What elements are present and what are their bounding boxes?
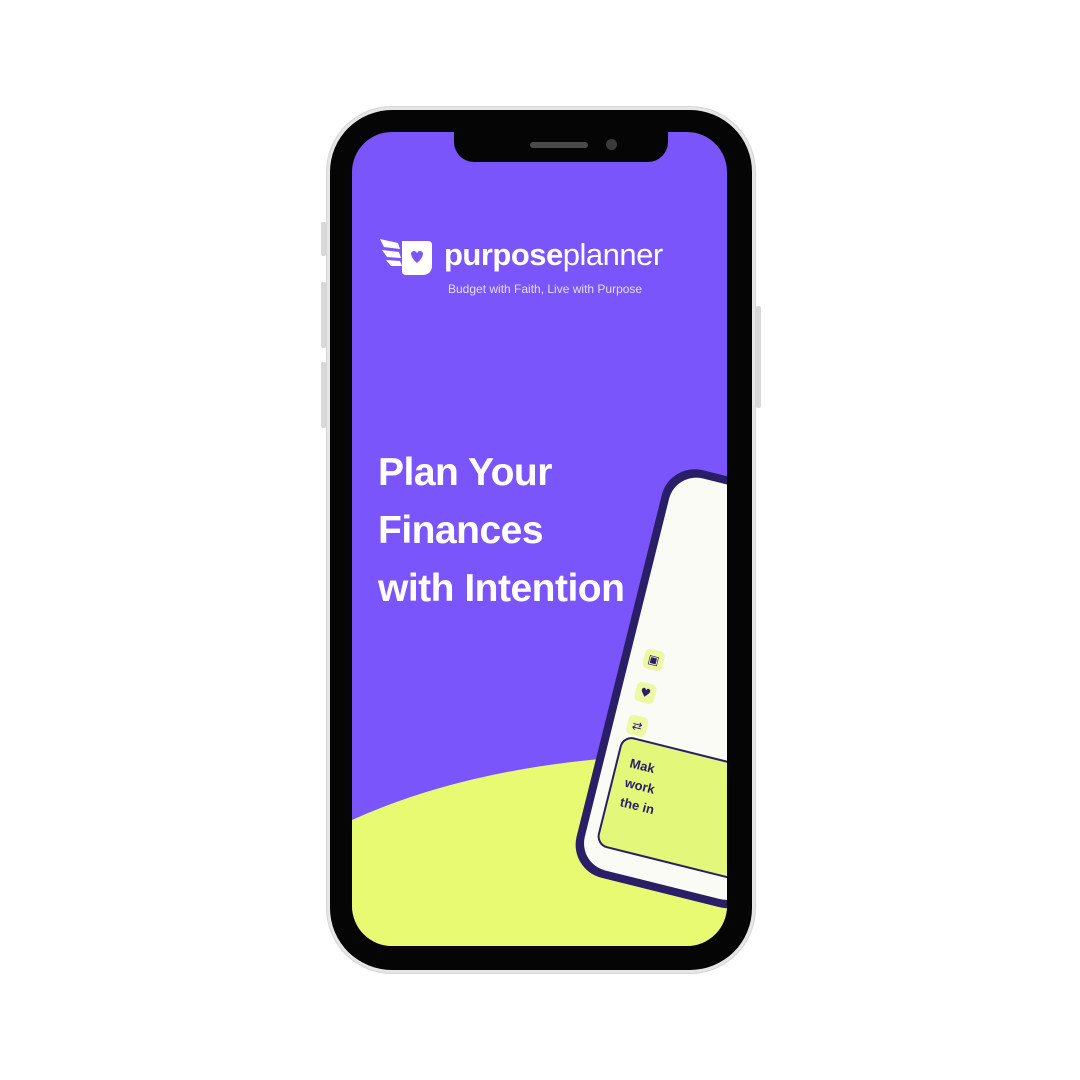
mute-switch: [321, 222, 326, 256]
volume-up-button: [321, 282, 326, 348]
wing-logo-icon: [380, 239, 432, 275]
brand-name-light: planner: [562, 237, 663, 272]
handshake-icon: ⇄: [625, 713, 650, 739]
preview-card-text: Mak work the in: [618, 754, 666, 821]
brand-wordmark: purposeplanner: [444, 237, 663, 273]
heart-icon: ♥: [633, 680, 658, 706]
preview-card: Mak work the in: [595, 734, 727, 885]
speaker-grille: [530, 142, 588, 148]
power-button: [756, 306, 761, 408]
phone-frame: purposeplanner Budget with Faith, Live w…: [321, 110, 761, 970]
brand-tagline: Budget with Faith, Live with Purpose: [448, 282, 643, 296]
volume-down-button: [321, 362, 326, 428]
app-screen: purposeplanner Budget with Faith, Live w…: [352, 132, 727, 946]
headline-line: with Intention: [378, 567, 625, 610]
front-camera: [606, 139, 617, 150]
headline-line: Plan Your: [378, 451, 552, 494]
notch: [454, 132, 668, 162]
gift-icon: ▣: [641, 647, 666, 673]
headline-line: Finances: [378, 509, 544, 552]
brand-name-bold: purpose: [444, 237, 563, 272]
hero-headline: Plan Your Finances with Intention: [378, 444, 625, 618]
